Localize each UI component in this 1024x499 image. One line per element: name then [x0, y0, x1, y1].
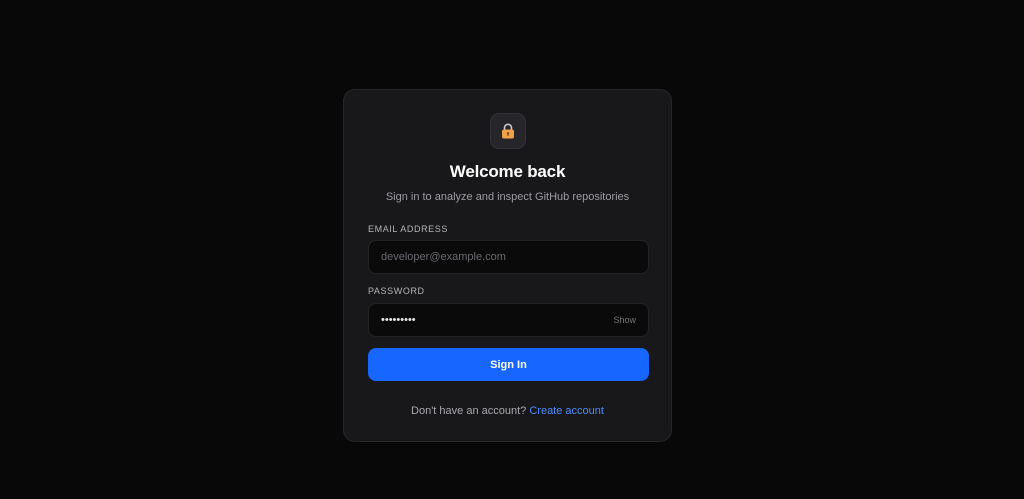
password-field-wrapper: Show [368, 303, 649, 337]
signup-prompt-text: Don't have an account? [411, 405, 527, 417]
login-card: Welcome back Sign in to analyze and insp… [343, 89, 672, 442]
page-title: Welcome back [449, 162, 566, 181]
email-label: EMAIL ADDRESS [368, 224, 448, 234]
lock-icon [502, 123, 514, 139]
create-account-link[interactable]: Create account [529, 405, 604, 417]
password-field[interactable] [381, 304, 614, 336]
logo-badge [490, 113, 526, 149]
sign-in-button[interactable]: Sign In [368, 348, 649, 381]
show-password-button[interactable]: Show [613, 315, 636, 325]
signup-prompt: Don't have an account? Create account [344, 405, 671, 417]
email-field[interactable] [381, 241, 636, 273]
email-field-wrapper [368, 240, 649, 274]
page-subtitle: Sign in to analyze and inspect GitHub re… [385, 191, 630, 203]
password-label: PASSWORD [368, 286, 425, 296]
